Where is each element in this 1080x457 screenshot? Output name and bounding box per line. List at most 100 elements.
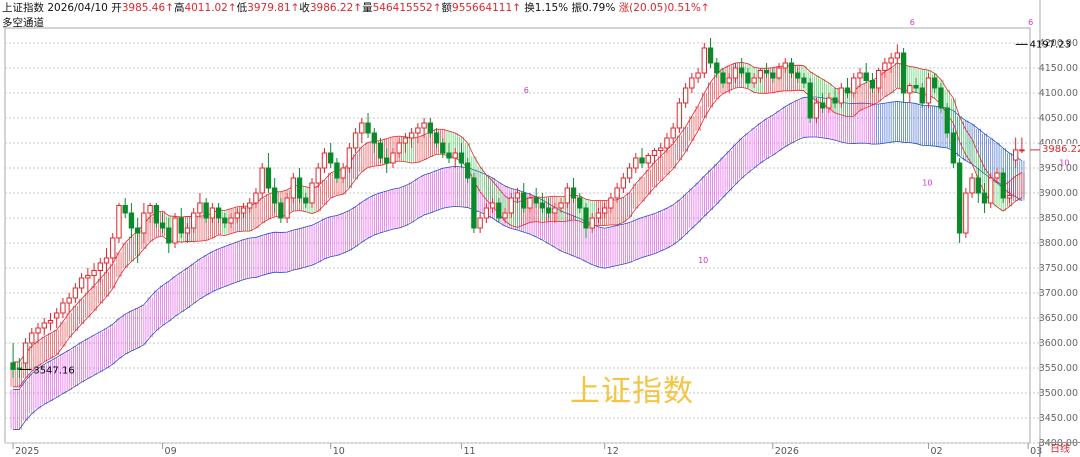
candle-body — [91, 270, 97, 276]
candle-body — [601, 207, 608, 214]
candle-body — [22, 342, 29, 364]
candle-body — [925, 77, 932, 104]
candle-body — [85, 275, 91, 279]
candle-body — [645, 155, 651, 164]
candle-body — [907, 85, 913, 94]
y-tick-label: 4050.00 — [1039, 113, 1078, 124]
candle-body — [433, 132, 440, 144]
candle-body — [701, 47, 707, 74]
candle-body — [271, 187, 278, 204]
candle-body — [440, 142, 446, 154]
low-marker-label: 3547.16 — [33, 365, 74, 376]
candle-body — [259, 167, 265, 194]
close-label: 收 — [299, 2, 310, 14]
annotation-label: 6 — [524, 86, 529, 95]
candle-body — [988, 177, 994, 204]
candle-body — [483, 207, 490, 219]
candle-body — [738, 67, 745, 74]
candle-body — [714, 62, 720, 74]
candle-body — [932, 77, 938, 89]
candle-body — [427, 122, 434, 134]
candle-body — [1006, 195, 1013, 199]
candle-body — [1012, 149, 1019, 161]
y-tick-label: 3500.00 — [1039, 388, 1078, 399]
candle-body — [981, 192, 988, 204]
candle-body — [197, 202, 203, 214]
candle-body — [72, 287, 79, 299]
candle-body — [720, 72, 726, 84]
candle-body — [321, 152, 328, 169]
candle-body — [751, 77, 757, 84]
candle-body — [763, 70, 770, 74]
candle-body — [253, 192, 259, 204]
candle-body — [539, 202, 546, 209]
candle-body — [178, 217, 184, 234]
candle-body — [813, 102, 820, 119]
candle-body — [807, 82, 813, 119]
candle-body — [116, 205, 122, 239]
candle-body — [869, 80, 876, 89]
candle-body — [938, 87, 944, 109]
candle-body — [147, 205, 153, 214]
slow-channel — [10, 96, 1025, 430]
high-marker-label: 4197.23 — [1030, 39, 1071, 50]
candle-body — [477, 217, 483, 229]
candle-body — [371, 132, 377, 144]
candle-body — [346, 147, 353, 169]
candle-body — [396, 142, 402, 154]
price-info-bar: 上证指数 2026/04/10 开3985.46↑高4011.02↑低3979.… — [2, 2, 710, 15]
candle-body — [956, 162, 963, 234]
high-label: 高 — [173, 2, 185, 14]
candle-body — [919, 87, 925, 104]
candle-body — [595, 212, 602, 219]
candle-body — [545, 207, 552, 214]
candle-body — [66, 297, 72, 304]
volume-label: 量 — [362, 2, 373, 14]
candle-body — [365, 122, 371, 134]
candle-body — [676, 102, 683, 129]
candle-body — [651, 150, 658, 156]
candle-body — [203, 202, 209, 219]
candle-body — [1019, 149, 1025, 152]
candle-body — [284, 197, 290, 219]
candle-body — [795, 72, 801, 79]
candle-body — [296, 177, 303, 199]
candle-body — [122, 205, 128, 214]
x-tick-label: 09 — [165, 446, 177, 457]
annotation-label: 10 — [1059, 159, 1069, 168]
amount-value: 955664111↑ — [452, 2, 521, 14]
annotation-label: 6 — [1028, 18, 1033, 27]
candle-body — [851, 77, 857, 94]
candle-body — [278, 202, 284, 219]
candle-body — [844, 87, 851, 94]
candle-body — [863, 72, 869, 81]
candle-body — [471, 177, 477, 229]
candle-body — [620, 177, 627, 189]
candle-body — [458, 152, 465, 164]
candle-body — [234, 212, 240, 219]
candle-body — [732, 67, 739, 79]
high-value: 4011.02↑ — [184, 2, 237, 14]
period-tab-daily[interactable]: 日线 — [1039, 442, 1080, 457]
y-tick-label: 3600.00 — [1039, 338, 1078, 349]
candle-body — [944, 107, 950, 134]
candle-body — [682, 87, 689, 104]
y-tick-label: 3850.00 — [1039, 213, 1078, 224]
y-tick-label: 4150.00 — [1039, 63, 1078, 74]
candle-body — [408, 132, 415, 139]
annotation-label: 10 — [698, 256, 708, 265]
annotation-label: 10 — [922, 179, 932, 188]
candle-body — [639, 157, 645, 164]
candle-body — [757, 70, 764, 79]
candlestick-chart: 3400.003450.003500.003550.003600.003650.… — [4, 0, 1078, 457]
x-tick-label: 10 — [333, 446, 345, 457]
candle-body — [838, 87, 844, 104]
candle-body — [502, 212, 508, 219]
candle-body — [465, 162, 471, 179]
y-tick-label: 3800.00 — [1039, 238, 1078, 249]
trade-date: 2026/04/10 — [47, 2, 108, 14]
candle-body — [770, 72, 776, 79]
candle-body — [290, 177, 297, 199]
x-tick-label: 2026 — [775, 446, 799, 457]
candle-body — [384, 157, 390, 164]
